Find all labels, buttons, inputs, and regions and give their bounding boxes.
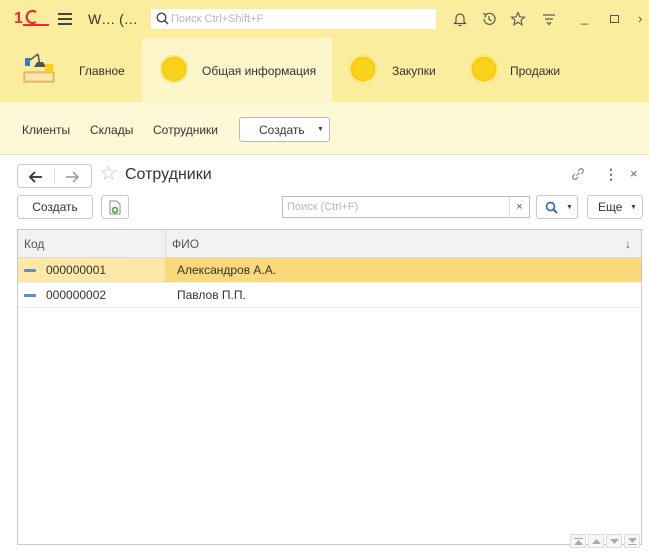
employees-table: Код ФИО ↓ 000000001 Александров А.А. 000… — [17, 229, 642, 545]
scroll-last-button[interactable] — [624, 534, 640, 548]
commands-panel: Клиенты Склады Сотрудники Создать ▼ — [0, 102, 649, 155]
create-button[interactable]: Создать — [17, 195, 93, 219]
column-header-code[interactable]: Код — [24, 237, 44, 251]
caret-down-icon: ▼ — [317, 126, 324, 133]
scroll-down-button[interactable] — [606, 534, 622, 548]
sections-panel: Главное Общая информация Закупки Продажи — [0, 38, 649, 102]
forward-arrow-icon[interactable] — [64, 171, 80, 183]
close-form-button[interactable]: × — [630, 166, 638, 181]
scroll-up-icon — [592, 539, 601, 544]
nav-separator — [54, 168, 55, 184]
global-search-input[interactable] — [171, 11, 431, 27]
section-main[interactable]: Главное — [10, 38, 142, 102]
nav-buttons — [17, 164, 92, 188]
star-favorites-icon[interactable] — [510, 11, 526, 27]
history-icon[interactable] — [481, 11, 497, 27]
section-purchases[interactable]: Закупки — [332, 38, 454, 102]
clear-search-button[interactable]: × — [509, 197, 529, 217]
settings-menu-icon[interactable] — [541, 11, 557, 27]
search-button[interactable]: ▼ — [536, 195, 578, 219]
row-item-icon — [24, 294, 36, 297]
section-main-label: Главное — [79, 64, 125, 78]
cmd-link-warehouses[interactable]: Склады — [90, 123, 133, 137]
yellow-circle-icon — [349, 55, 377, 83]
table-row[interactable]: 000000001 Александров А.А. — [18, 258, 641, 283]
search-icon — [545, 201, 558, 214]
list-search-input[interactable] — [287, 199, 502, 215]
cmd-link-clients[interactable]: Клиенты — [22, 123, 70, 137]
row-code: 000000002 — [46, 288, 107, 302]
table-row[interactable]: 000000002 Павлов П.П. — [18, 283, 641, 308]
back-arrow-icon[interactable] — [28, 171, 44, 183]
svg-text:1: 1 — [14, 10, 23, 27]
scroll-down-icon — [610, 539, 619, 544]
more-button[interactable]: Еще ▼ — [587, 195, 643, 219]
caret-down-icon: ▼ — [566, 204, 573, 211]
caret-down-icon: ▼ — [630, 204, 637, 211]
column-separator[interactable] — [165, 230, 166, 258]
more-vertical-icon[interactable]: ⋮ — [604, 166, 618, 183]
section-general-info[interactable]: Общая информация — [142, 38, 332, 102]
section-purchases-label: Закупки — [392, 64, 436, 78]
scroll-bottom-icon — [628, 538, 637, 545]
yellow-circle-icon — [470, 55, 498, 83]
scroll-first-button[interactable] — [570, 534, 586, 548]
section-general-info-label: Общая информация — [202, 64, 317, 78]
sort-descending-icon[interactable]: ↓ — [625, 237, 631, 251]
cmd-link-employees[interactable]: Сотрудники — [153, 123, 218, 137]
create-folder-button[interactable] — [101, 195, 129, 219]
row-name: Павлов П.П. — [177, 288, 246, 302]
column-header-name[interactable]: ФИО — [172, 237, 199, 251]
row-code: 000000001 — [46, 263, 107, 277]
close-window-button[interactable]: › — [638, 11, 642, 26]
section-sales[interactable]: Продажи — [454, 38, 584, 102]
1c-logo-icon[interactable]: 1 — [14, 9, 50, 27]
hamburger-menu-icon[interactable] — [58, 13, 72, 25]
minimize-button[interactable]: _ — [581, 10, 588, 25]
favorite-star-icon[interactable]: ☆ — [99, 163, 118, 184]
top-bar: 1 W… (… _ › — [0, 0, 649, 38]
window-title: W… (… — [88, 11, 138, 27]
bell-icon[interactable] — [452, 11, 468, 27]
scroll-top-icon — [574, 538, 583, 545]
row-item-icon — [24, 269, 36, 272]
yellow-circle-icon — [160, 55, 188, 83]
create-dropdown-label: Создать — [259, 122, 305, 137]
add-document-icon — [109, 200, 121, 215]
table-header: Код ФИО ↓ — [18, 230, 641, 258]
maximize-button[interactable] — [610, 15, 619, 23]
link-icon[interactable] — [570, 166, 586, 182]
more-button-label: Еще — [598, 200, 623, 214]
desk-lamp-icon — [23, 53, 55, 83]
global-search — [151, 9, 436, 29]
create-dropdown-button[interactable]: Создать ▼ — [239, 117, 330, 142]
list-search: × — [282, 196, 530, 218]
section-sales-label: Продажи — [510, 64, 561, 78]
form-title: Сотрудники — [125, 166, 212, 183]
search-icon — [156, 12, 169, 25]
row-name: Александров А.А. — [177, 263, 277, 277]
scroll-up-button[interactable] — [588, 534, 604, 548]
